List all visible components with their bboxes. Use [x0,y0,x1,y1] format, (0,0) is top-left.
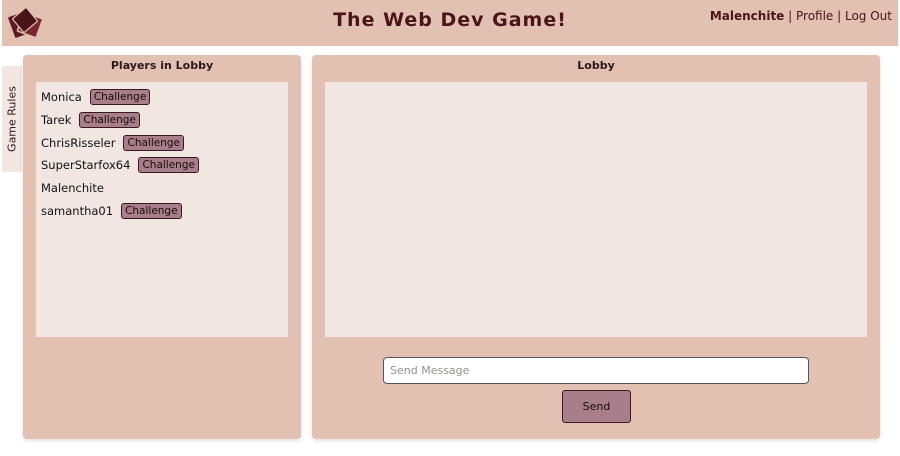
send-button[interactable]: Send [562,390,631,423]
player-name: ChrisRisseler [41,135,116,150]
player-row: SuperStarfox64 Challenge [41,154,288,177]
player-row: Monica Challenge [41,86,288,109]
player-name: Tarek [41,113,72,128]
profile-link[interactable]: Profile [796,9,833,23]
user-nav: Malenchite | Profile | Log Out [710,9,892,23]
logout-link[interactable]: Log Out [845,9,892,23]
players-panel-title: Players in Lobby [110,59,214,72]
challenge-button[interactable]: Challenge [121,202,182,219]
lobby-panel: Lobby Send [312,55,880,439]
lobby-messages-area [325,82,867,337]
game-rules-tab[interactable]: Game Rules [2,66,22,172]
challenge-button[interactable]: Challenge [79,112,140,129]
header-bar: The Web Dev Game! Malenchite | Profile |… [2,0,898,46]
player-name: Malenchite [41,181,104,196]
player-list: Monica Challenge Tarek Challenge ChrisRi… [36,82,288,222]
players-list-area: Monica Challenge Tarek Challenge ChrisRi… [36,82,288,337]
player-name: Monica [41,90,82,105]
player-row: samantha01 Challenge [41,199,288,222]
player-name: SuperStarfox64 [41,158,131,173]
player-row: Malenchite [41,177,288,200]
game-rules-label: Game Rules [5,86,19,152]
challenge-button[interactable]: Challenge [123,134,184,151]
nav-separator: | [833,9,845,23]
player-name: samantha01 [41,203,114,218]
challenge-button[interactable]: Challenge [89,89,151,106]
lobby-panel-title: Lobby [577,59,615,72]
message-input[interactable] [383,357,809,384]
nav-separator: | [784,9,796,23]
challenge-button[interactable]: Challenge [138,157,199,174]
player-row: Tarek Challenge [41,109,288,132]
player-row: ChrisRisseler Challenge [41,131,288,154]
players-panel: Players in Lobby Monica Challenge Tarek … [23,55,301,439]
current-username: Malenchite [709,9,785,23]
